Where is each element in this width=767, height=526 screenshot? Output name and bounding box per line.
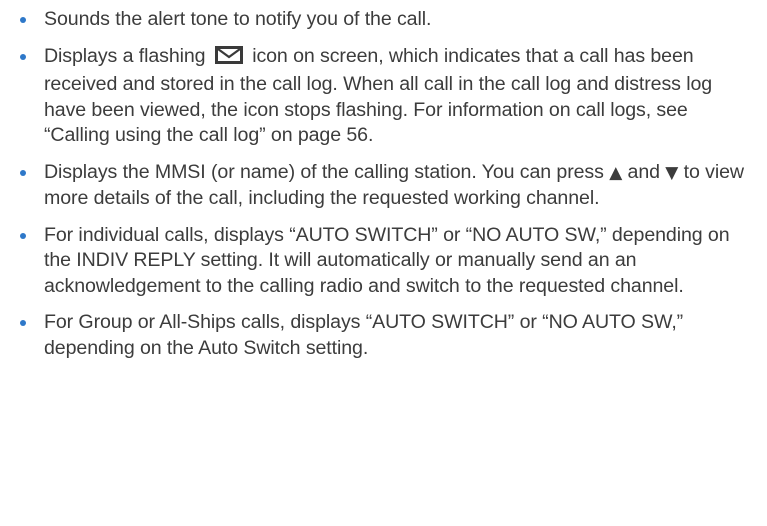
bullet-text-before-icon: Displays a flashing bbox=[44, 44, 206, 67]
list-item-mmsi: Displays the MMSI (or name) of the calli… bbox=[20, 160, 755, 212]
down-arrow-icon: ▼ bbox=[665, 162, 679, 183]
list-item-group-calls: For Group or All-Ships calls, displays “… bbox=[20, 310, 755, 361]
bullet-text: For Group or All-Ships calls, displays “… bbox=[44, 311, 684, 359]
list-item-alert-tone: Sounds the alert tone to notify you of t… bbox=[20, 7, 755, 33]
list-item-flashing-icon: Displays a flashing icon on screen, whic… bbox=[20, 44, 755, 149]
bullet-icon bbox=[20, 232, 26, 239]
bullet-icon bbox=[20, 53, 26, 60]
bullet-text: Sounds the alert tone to notify you of t… bbox=[44, 8, 432, 30]
bullet-icon bbox=[20, 17, 26, 23]
envelope-icon bbox=[214, 45, 244, 73]
bullet-text: Displays the MMSI (or name) of the calli… bbox=[44, 160, 604, 183]
list-item-individual-calls: For individual calls, displays “AUTO SWI… bbox=[20, 223, 755, 300]
bullet-icon bbox=[20, 320, 26, 326]
bullet-icon bbox=[20, 169, 26, 176]
up-arrow-icon: ▲ bbox=[609, 162, 623, 183]
manual-page: Sounds the alert tone to notify you of t… bbox=[0, 0, 767, 526]
bullet-text: and bbox=[627, 160, 661, 183]
bullet-text: For individual calls, displays “AUTO SWI… bbox=[44, 223, 730, 297]
bullet-list: Sounds the alert tone to notify you of t… bbox=[20, 7, 755, 361]
